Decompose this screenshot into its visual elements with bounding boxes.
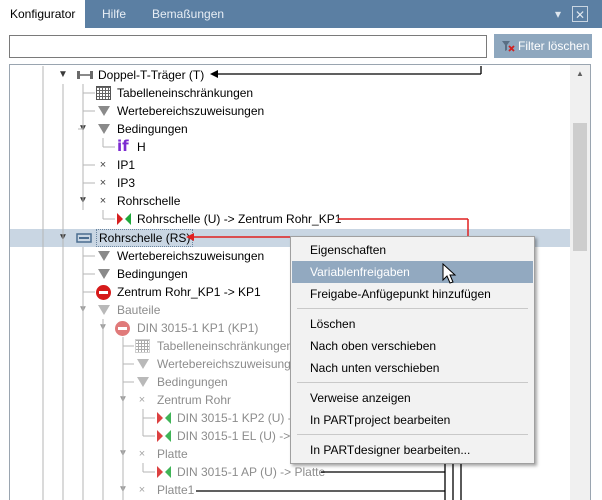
scroll-thumb[interactable] xyxy=(573,123,587,251)
expand-arrow-icon[interactable]: ▼ xyxy=(118,445,128,463)
x-icon: × xyxy=(138,448,146,460)
tree-node-label: H xyxy=(137,140,146,154)
tab-bar: Konfigurator Hilfe Bemaßungen ▾ ✕ xyxy=(0,0,602,29)
expand-arrow-icon[interactable]: ▼ xyxy=(58,229,68,247)
tree-node-label: Rohrschelle (RS) xyxy=(96,229,194,247)
x-icon: × xyxy=(99,159,107,171)
menu-item-variablenfreigaben[interactable]: Variablenfreigaben xyxy=(292,261,533,283)
x-icon: × xyxy=(138,394,146,406)
scroll-up-icon[interactable]: ▲ xyxy=(570,65,590,83)
if-icon: if xyxy=(117,137,129,155)
close-icon[interactable]: ✕ xyxy=(572,6,588,22)
tree-node-label: DIN 3015-1 AP (U) -> Platte xyxy=(177,465,326,479)
tree-node-label: Bedingungen xyxy=(117,122,188,136)
menu-separator xyxy=(297,434,528,435)
tab-hilfe[interactable]: Hilfe xyxy=(92,0,136,28)
menu-item-eigenschaften[interactable]: Eigenschaften xyxy=(292,239,533,261)
expand-arrow-icon[interactable]: ▼ xyxy=(98,319,108,337)
tree-node-label: IP3 xyxy=(117,176,136,190)
tree-node-label: Bedingungen xyxy=(157,375,228,389)
funnel-icon xyxy=(98,106,110,116)
menu-item-nach-unten[interactable]: Nach unten verschieben xyxy=(292,357,533,379)
tree-node-doppel-t-traeger[interactable]: ▼ Doppel-T-Träger (T) xyxy=(0,66,560,84)
menu-item-partdesigner[interactable]: In PARTdesigner bearbeiten... xyxy=(292,439,533,461)
connection-icon xyxy=(157,412,171,424)
stop-icon xyxy=(115,321,130,336)
table-icon xyxy=(96,86,111,100)
funnel-icon xyxy=(98,269,110,279)
menu-item-loeschen[interactable]: Löschen xyxy=(292,313,533,335)
tree-node-label: Wertebereichszuweisungen xyxy=(117,104,265,118)
context-menu: Eigenschaften Variablenfreigaben Freigab… xyxy=(290,236,535,464)
x-icon: × xyxy=(99,177,107,189)
tree-node-label: IP1 xyxy=(117,158,136,172)
funnel-icon xyxy=(137,359,149,369)
tree-node-label: Platte1 xyxy=(157,483,195,497)
filter-clear-label: Filter löschen xyxy=(518,39,590,53)
tree-node-label: DIN 3015-1 EL (U) -> E xyxy=(177,429,302,443)
funnel-icon xyxy=(98,251,110,261)
expand-arrow-icon[interactable]: ▼ xyxy=(118,481,128,499)
beam-icon xyxy=(77,71,93,79)
vertical-scrollbar[interactable]: ▲ xyxy=(570,65,590,500)
connection-icon xyxy=(157,466,171,478)
tree-node-label: DIN 3015-1 KP2 (U) -> xyxy=(177,411,299,425)
expand-arrow-icon[interactable]: ▼ xyxy=(78,192,88,210)
menu-separator xyxy=(297,382,528,383)
funnel-icon xyxy=(137,377,149,387)
funnel-icon xyxy=(98,305,110,315)
tree-node-label: Doppel-T-Träger (T) xyxy=(98,68,205,82)
expand-arrow-icon[interactable]: ▼ xyxy=(118,391,128,409)
x-icon: × xyxy=(99,195,107,207)
menu-separator xyxy=(297,308,528,309)
tree-node-label: Zentrum Rohr_KP1 -> KP1 xyxy=(117,285,261,299)
menu-item-nach-oben[interactable]: Nach oben verschieben xyxy=(292,335,533,357)
tree-node-label: Wertebereichszuweisungen xyxy=(117,249,265,263)
tree-node-label: Platte xyxy=(157,447,188,461)
connection-icon xyxy=(157,430,171,442)
clamp-icon xyxy=(76,233,92,243)
tree-node-label: Rohrschelle xyxy=(117,194,181,208)
filter-clear-icon xyxy=(502,41,515,52)
pin-dropdown-icon[interactable]: ▾ xyxy=(550,6,566,22)
menu-item-partproject[interactable]: In PARTproject bearbeiten xyxy=(292,409,533,431)
search-input[interactable] xyxy=(9,35,487,58)
filter-clear-button[interactable]: Filter löschen xyxy=(494,34,592,58)
table-icon xyxy=(135,339,150,353)
expand-arrow-icon[interactable]: ▼ xyxy=(78,301,88,319)
connection-icon xyxy=(117,213,131,225)
tree-node-label: Tabelleneinschränkungen xyxy=(117,86,254,100)
tab-bemassungen[interactable]: Bemaßungen xyxy=(142,0,234,28)
tree-node-label: Bedingungen xyxy=(117,267,188,281)
expand-arrow-icon[interactable]: ▼ xyxy=(58,66,68,84)
stop-icon xyxy=(96,285,111,300)
funnel-icon xyxy=(98,124,110,134)
tree-node-label: Wertebereichszuweisungen xyxy=(157,357,305,371)
menu-item-verweise-anzeigen[interactable]: Verweise anzeigen xyxy=(292,387,533,409)
tree-node-label: Tabelleneinschränkungen xyxy=(157,339,294,353)
tab-konfigurator[interactable]: Konfigurator xyxy=(0,0,86,29)
mouse-cursor-icon xyxy=(442,263,457,284)
x-icon: × xyxy=(138,484,146,496)
tree-node-label: Zentrum Rohr xyxy=(157,393,232,407)
expand-arrow-icon[interactable]: ▼ xyxy=(78,120,88,138)
tree-node-label: Bauteile xyxy=(117,303,161,317)
tree-node-label: Rohrschelle (U) -> Zentrum Rohr_KP1 xyxy=(137,212,342,226)
menu-item-freigabe-anfuegepunkt[interactable]: Freigabe-Anfügepunkt hinzufügen xyxy=(292,283,533,305)
tree-node-label: DIN 3015-1 KP1 (KP1) xyxy=(137,321,259,335)
